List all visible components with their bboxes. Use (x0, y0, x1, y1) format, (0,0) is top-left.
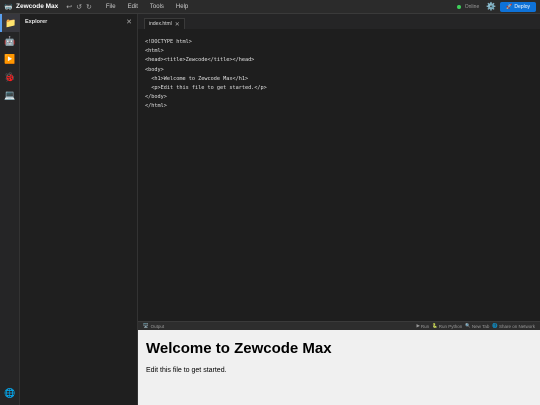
redo-icon[interactable]: ↻ (86, 3, 92, 11)
laptop-icon: 💻 (4, 89, 16, 100)
menu-tools[interactable]: Tools (150, 4, 164, 10)
activity-terminal[interactable]: 💻 (0, 86, 20, 104)
deploy-label: Deploy (514, 3, 530, 10)
close-icon[interactable]: ✕ (126, 18, 132, 26)
monitor-icon: 🖥️ (143, 323, 149, 328)
output-actions: ▶ Run 🐍 Run Python 🔍 New Tab 🌐 Share on … (416, 323, 535, 329)
editor-area: index.html ✕ <!DOCTYPE html> <html> <hea… (138, 14, 540, 321)
undo-icon[interactable]: ↩ (66, 3, 72, 11)
preview-heading: Welcome to Zewcode Max (146, 340, 332, 357)
run-button[interactable]: ▶ Run (416, 323, 429, 329)
folder-icon: 📁 (5, 17, 17, 28)
title-bar: 🥽 Zewcode Max ↩ ↺ ↻ File Edit Tools Help… (0, 0, 540, 14)
code-editor[interactable]: <!DOCTYPE html> <html> <head><title>Zewc… (138, 29, 540, 121)
run-python-button[interactable]: 🐍 Run Python (432, 323, 462, 329)
title-bar-right: Online ⚙️ 🚀 Deploy (456, 1, 536, 12)
rocket-icon: 🚀 (506, 3, 513, 10)
activity-explorer[interactable]: 📁 (0, 14, 20, 32)
robot-icon: 🤖 (4, 35, 16, 46)
gear-icon[interactable]: ⚙️ (486, 2, 496, 11)
app-window: 🥽 Zewcode Max ↩ ↺ ↻ File Edit Tools Help… (0, 0, 540, 405)
menu-help[interactable]: Help (176, 4, 188, 10)
activity-network[interactable]: 🌐 (0, 388, 20, 399)
tab-label: index.html (149, 21, 172, 27)
play-icon: ▶ (416, 323, 420, 328)
preview-paragraph: Edit this file to get started. (146, 367, 227, 374)
run-python-label: Run Python (438, 323, 463, 329)
output-tab[interactable]: 🖥️ Output (143, 323, 164, 329)
run-label: Run (420, 323, 430, 329)
editor-tabs: index.html ✕ (138, 14, 540, 29)
app-logo-icon: 🥽 (4, 3, 13, 11)
share-network-button[interactable]: 🌐 Share on Network (492, 323, 535, 329)
status-dot-icon (456, 4, 461, 9)
search-icon: 🔍 (465, 323, 471, 328)
menu-edit[interactable]: Edit (128, 4, 138, 10)
menu-file[interactable]: File (106, 4, 116, 10)
history-controls: ↩ ↺ ↻ (66, 3, 92, 11)
tab-index-html[interactable]: index.html ✕ (144, 18, 185, 29)
play-icon: ▶️ (4, 53, 16, 64)
status-text: Online (464, 3, 480, 10)
deploy-button[interactable]: 🚀 Deploy (500, 1, 536, 12)
globe-icon: 🌐 (492, 323, 498, 328)
activity-debug[interactable]: 🐞 (0, 68, 20, 86)
activity-ai-assistant[interactable]: 🤖 (0, 32, 20, 50)
output-bar: 🖥️ Output ▶ Run 🐍 Run Python 🔍 New Tab 🌐… (138, 321, 540, 330)
preview-pane: Welcome to Zewcode Max Edit this file to… (138, 330, 540, 405)
tab-close-icon[interactable]: ✕ (175, 21, 180, 28)
menu-bar: File Edit Tools Help (106, 4, 188, 10)
globe-icon: 🌐 (4, 388, 16, 398)
explorer-header: Explorer ✕ (20, 14, 137, 29)
app-name: Zewcode Max (16, 3, 59, 10)
new-tab-button[interactable]: 🔍 New Tab (465, 323, 489, 329)
refresh-icon[interactable]: ↺ (76, 3, 82, 11)
new-tab-label: New Tab (471, 323, 490, 329)
output-label: Output (150, 323, 165, 329)
python-icon: 🐍 (432, 323, 438, 328)
bug-icon: 🐞 (4, 71, 16, 82)
explorer-title: Explorer (25, 18, 48, 25)
activity-bar: 📁 🤖 ▶️ 🐞 💻 🌐 (0, 14, 20, 405)
activity-run[interactable]: ▶️ (0, 50, 20, 68)
share-network-label: Share on Network (498, 323, 535, 329)
explorer-panel: Explorer ✕ (20, 14, 138, 405)
